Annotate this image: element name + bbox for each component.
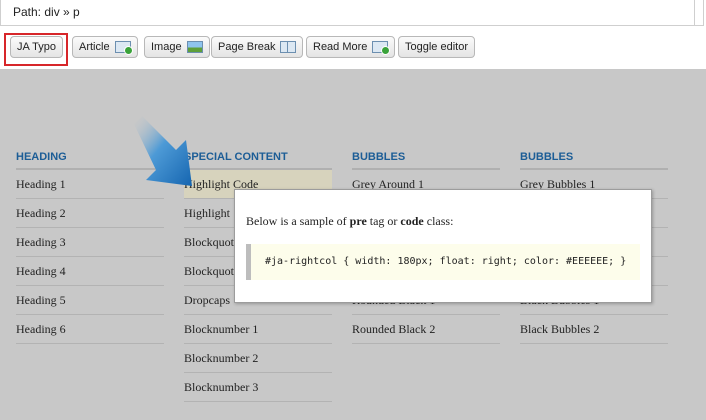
path-text: Path: div » p [13,5,80,19]
list-item[interactable]: Heading 5 [16,286,164,315]
tooltip-description: Below is a sample of pre tag or code cla… [246,214,453,229]
code-sample-block: #ja-rightcol { width: 180px; float: righ… [246,244,640,280]
page-break-button[interactable]: Page Break [211,36,304,58]
desc-text: Below is a sample of [246,214,350,228]
list-item[interactable]: Heading 2 [16,199,164,228]
list-item[interactable]: Blocknumber 1 [184,315,332,344]
toggle-editor-button[interactable]: Toggle editor [398,36,475,58]
column-bubbles-1-title: BUBBLES [352,150,500,170]
list-item[interactable]: Rounded Black 2 [352,315,500,344]
path-bar: Path: div » p [0,0,704,26]
read-more-icon [372,41,391,55]
desc-code-class: code [400,214,424,228]
article-button[interactable]: Article [72,36,138,58]
list-item[interactable]: Heading 6 [16,315,164,344]
list-item[interactable]: Heading 4 [16,257,164,286]
page-break-label: Page Break [218,41,276,53]
list-item[interactable]: Blocknumber 2 [184,344,332,373]
code-sample-tooltip: Below is a sample of pre tag or code cla… [234,189,652,303]
read-more-label: Read More [313,41,368,53]
list-item[interactable]: Heading 3 [16,228,164,257]
desc-pre-tag: pre [349,214,367,228]
desc-text: class: [423,214,454,228]
pointer-arrow-icon [134,116,192,186]
resize-handle[interactable] [694,0,703,26]
image-button[interactable]: Image [144,36,210,58]
article-label: Article [79,41,110,53]
ja-typo-highlight [4,33,68,66]
column-special-content-title: SPECIAL CONTENT [184,150,332,170]
editor-toolbar: JA Typo Article Image Page Break Read Mo… [0,27,706,69]
read-more-button[interactable]: Read More [306,36,396,58]
column-bubbles-2-title: BUBBLES [520,150,668,170]
desc-text: tag or [366,214,401,228]
list-item[interactable]: Blocknumber 3 [184,373,332,402]
toggle-editor-label: Toggle editor [405,41,468,53]
page-break-icon [280,41,297,53]
list-item[interactable]: Black Bubbles 2 [520,315,668,344]
document-add-icon [114,41,133,55]
image-icon [186,41,203,53]
image-label: Image [151,41,182,53]
